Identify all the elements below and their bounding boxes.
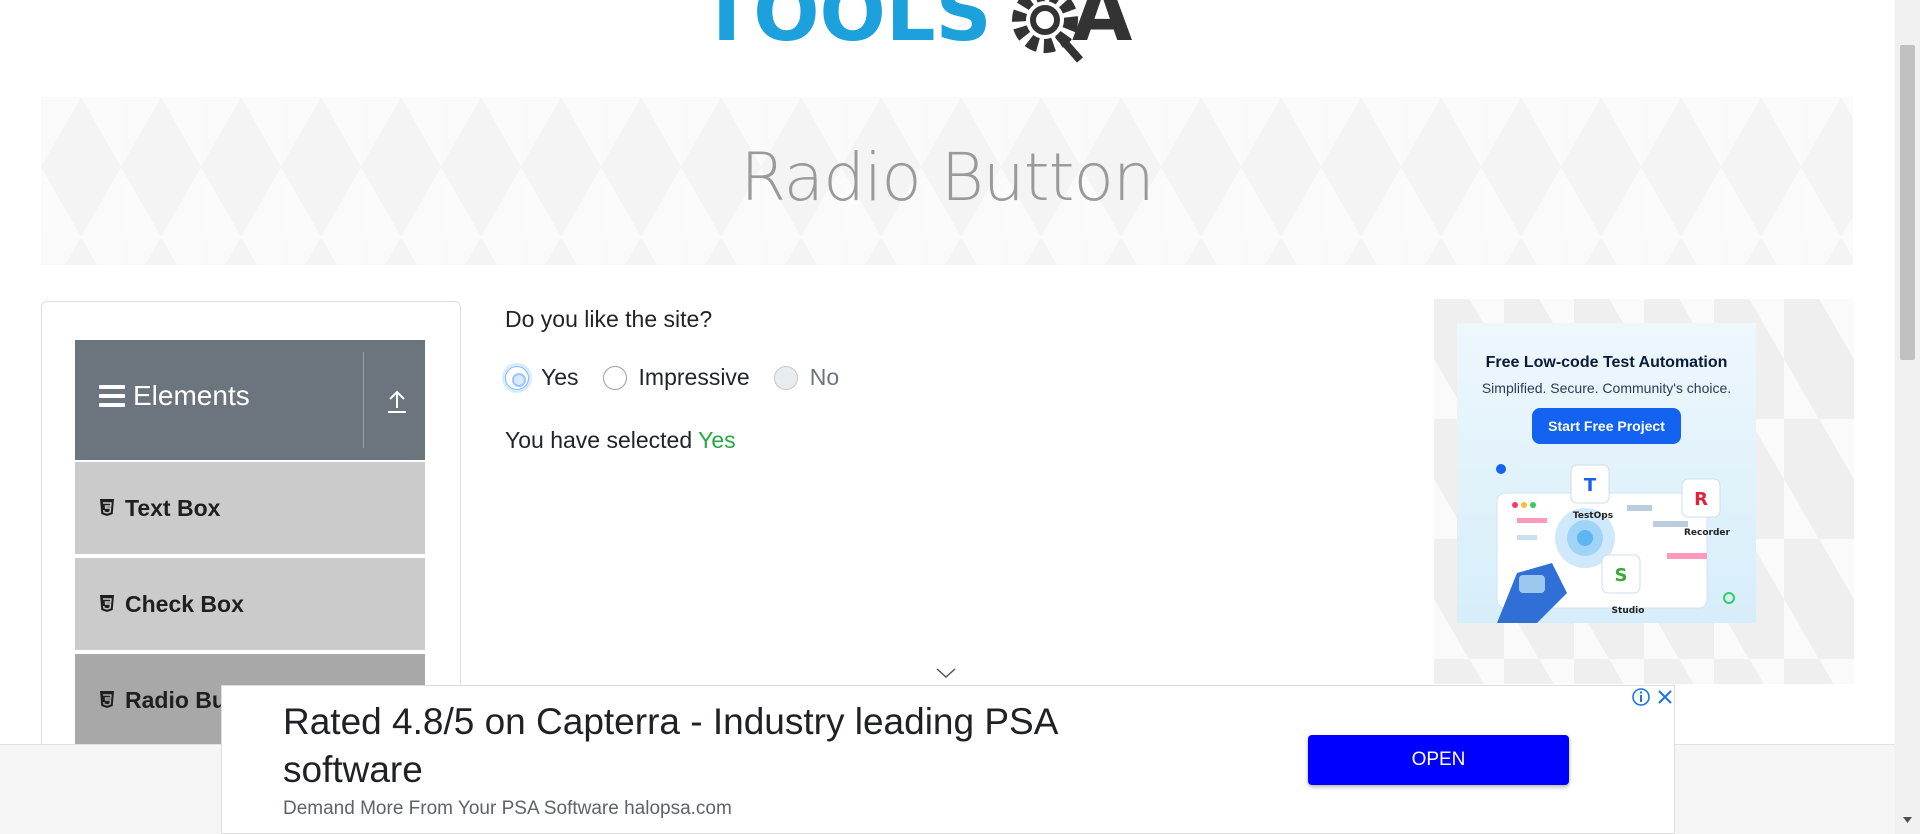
radio-impressive[interactable]: Impressive [602,364,750,391]
chevron-down-icon[interactable] [935,666,957,680]
side-ad[interactable]: Free Low-code Test Automation Simplified… [1457,323,1756,623]
html5-icon [100,595,114,612]
header-divider [363,352,364,448]
menu-icon [99,385,125,407]
scroll-down-arrow-icon[interactable] [1900,815,1915,825]
html5-icon [100,499,114,516]
radio-no-circle [773,365,798,390]
radio-group: Yes Impressive No [505,364,863,391]
sidebar-item-check-box[interactable]: Check Box [75,556,425,650]
ad-headline[interactable]: Rated 4.8/5 on Capterra - Industry leadi… [283,698,1183,794]
radio-no: No [773,364,840,391]
group-title-label: Elements [133,380,250,411]
radio-impressive-label[interactable]: Impressive [639,364,750,391]
selection-result: You have selected Yes [505,427,736,454]
radio-yes[interactable]: Yes [505,364,579,391]
ad-studio-icon: S [1615,565,1628,586]
ad-label-testops: TestOps [1573,511,1613,521]
info-icon[interactable] [1630,686,1652,708]
svg-text:TOOLS: TOOLS [700,0,992,59]
ad-subline[interactable]: Demand More From Your PSA Software halop… [283,798,732,820]
ad-open-button[interactable]: OPEN [1308,735,1569,785]
group-title: Elements [99,380,250,412]
question-text: Do you like the site? [505,306,713,332]
scrollbar-thumb[interactable] [1900,45,1915,360]
collapse-arrow-icon[interactable] [385,388,409,414]
sidebar-item-label: Text Box [125,494,221,521]
radio-yes-label[interactable]: Yes [541,364,579,391]
element-group-header[interactable]: Elements [75,340,425,460]
ad-illustration: T TestOps R Recorder S Studio [1496,464,1735,623]
sidebar-item-text-box[interactable]: Text Box [75,460,425,554]
ad-label-recorder: Recorder [1684,528,1731,538]
ad-recorder-icon: R [1694,489,1708,510]
selection-value: Yes [698,427,736,453]
sidebar-item-label: Check Box [125,590,244,617]
close-icon[interactable] [1654,686,1676,708]
ad-testops-icon: T [1584,475,1597,496]
radio-no-label: No [809,364,840,390]
radio-impressive-circle[interactable] [602,365,627,390]
logo-qa-text: A [1072,0,1132,59]
start-free-project-button[interactable]: Start Free Project [1532,408,1681,444]
toolsqa-logo[interactable]: TOOLS A [700,0,1200,80]
radio-yes-circle[interactable] [505,365,529,390]
html5-icon [100,691,114,708]
page-title: Radio Button [740,139,1154,216]
ad-label-studio: Studio [1612,606,1645,616]
ad-title: Free Low-code Test Automation [1485,354,1728,371]
sticky-bottom-ad[interactable]: Rated 4.8/5 on Capterra - Industry leadi… [221,685,1675,834]
selection-prefix: You have selected [505,427,693,453]
page-banner: Radio Button [41,97,1853,265]
sidebar-item-label: Radio Bu [125,686,226,713]
ad-subtitle: Simplified. Secure. Community's choice. [1481,380,1732,396]
